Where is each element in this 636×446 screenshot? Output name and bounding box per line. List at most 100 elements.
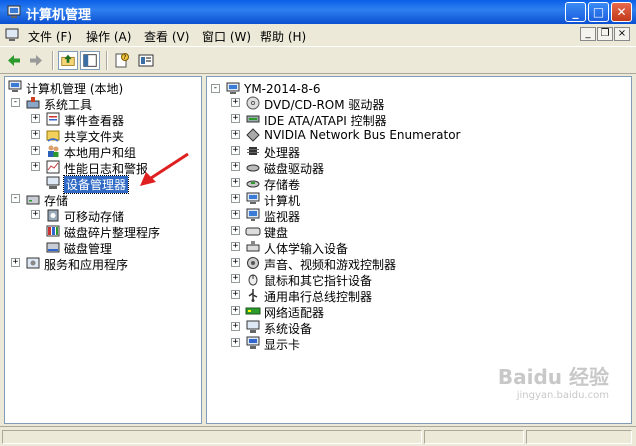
title-bar[interactable]: 计算机管理 _ □ ✕: [0, 0, 636, 24]
tree-item-label: IDE ATA/ATAPI 控制器: [264, 114, 387, 128]
tree-item-label: YM-2014-8-6: [244, 82, 321, 96]
back-icon[interactable]: [4, 51, 24, 70]
forward-icon[interactable]: [26, 51, 46, 70]
expand-icon[interactable]: +: [231, 114, 240, 123]
expand-icon[interactable]: +: [11, 258, 20, 267]
expand-icon[interactable]: +: [231, 210, 240, 219]
minimize-button[interactable]: _: [565, 2, 586, 22]
event-viewer-icon: [46, 112, 60, 126]
expand-icon[interactable]: +: [31, 114, 40, 123]
child-close-button[interactable]: ×: [614, 27, 630, 41]
expand-icon[interactable]: +: [231, 242, 240, 251]
collapse-icon[interactable]: -: [211, 84, 220, 93]
console-tree-pane[interactable]: 计算机管理 (本地) - 系统工具 + 事件查看器 + 共享文件夹 + 本地用户和组 + 性能日志和…: [4, 76, 202, 424]
usb-icon: [248, 289, 258, 302]
child-restore-button[interactable]: ❐: [597, 27, 613, 41]
tree-item-label: NVIDIA Network Bus Enumerator: [264, 128, 461, 142]
properties-icon[interactable]: ?: [112, 51, 132, 70]
menu-help[interactable]: 帮助 (H): [260, 28, 306, 45]
expand-icon[interactable]: +: [31, 130, 40, 139]
collapse-icon[interactable]: -: [11, 98, 20, 107]
expand-icon[interactable]: +: [231, 162, 240, 171]
tree-item-label: 网络适配器: [264, 306, 325, 320]
tree-item-label: 共享文件夹: [64, 130, 125, 144]
menu-view[interactable]: 查看 (V): [144, 28, 189, 45]
tree-item-label: 系统设备: [264, 322, 313, 336]
processor-icon: [247, 147, 259, 155]
toolbar-separator: [106, 51, 108, 70]
expand-icon[interactable]: +: [231, 146, 240, 155]
expand-icon[interactable]: +: [231, 194, 240, 203]
maximize-button[interactable]: □: [588, 2, 609, 22]
expand-icon[interactable]: +: [231, 290, 240, 299]
device-manager-icon: [46, 176, 60, 189]
computer-management-icon: [7, 5, 21, 18]
mouse-icon: [248, 274, 258, 286]
tree-item-label: 声音、视频和游戏控制器: [264, 258, 397, 272]
help-icon[interactable]: [136, 51, 156, 70]
collapse-icon[interactable]: -: [11, 194, 20, 203]
toolbar: ?: [0, 46, 636, 74]
performance-icon: [46, 160, 60, 174]
system-device-icon: [246, 320, 260, 333]
tools-icon: [26, 97, 40, 109]
tree-item-label: 磁盘碎片整理程序: [64, 226, 161, 240]
dvd-icon: [246, 96, 260, 110]
close-button[interactable]: ✕: [611, 2, 632, 22]
tree-item-label: 处理器: [264, 146, 301, 160]
disk-drive-icon: [246, 164, 260, 172]
menu-bar: 文件 (F) 操作 (A) 查看 (V) 窗口 (W) 帮助 (H) _ ❐ ×: [0, 24, 636, 46]
keyboard-icon: [245, 227, 261, 236]
tree-item-label: 磁盘驱动器: [264, 162, 325, 176]
computer-icon: [8, 80, 22, 92]
defrag-icon: [46, 225, 60, 237]
computer-icon: [226, 82, 240, 94]
tree-item-label: 键盘: [264, 226, 289, 240]
svg-text:?: ?: [123, 54, 126, 61]
storage-icon: [26, 195, 40, 205]
tree-item-label: 服务和应用程序: [44, 258, 129, 272]
sound-icon: [247, 257, 259, 269]
tree-item-label: 可移动存储: [64, 210, 125, 224]
status-cell: [526, 430, 632, 444]
tree-item-label: 存储卷: [264, 178, 301, 192]
expand-icon[interactable]: +: [31, 210, 40, 219]
expand-icon[interactable]: +: [31, 146, 40, 155]
tree-item-label: 显示卡: [264, 338, 301, 352]
toolbar-separator: [52, 51, 54, 70]
child-minimize-button[interactable]: _: [580, 27, 596, 41]
expand-icon[interactable]: +: [231, 338, 240, 347]
expand-icon[interactable]: +: [231, 274, 240, 283]
tree-item-label: 设备管理器: [62, 175, 130, 194]
computer-icon: [246, 192, 260, 204]
tree-item-label: 本地用户和组: [64, 146, 137, 160]
menu-file[interactable]: 文件 (F): [28, 28, 72, 45]
services-icon: [26, 257, 40, 269]
disk-management-icon: [46, 242, 60, 253]
tree-item-label: 监视器: [264, 210, 301, 224]
device-list-pane[interactable]: - YM-2014-8-6 + DVD/CD-ROM 驱动器 + IDE ATA/ATAP…: [206, 76, 632, 424]
display-adapter-icon: [246, 336, 260, 349]
menu-window[interactable]: 窗口 (W): [202, 28, 251, 45]
expand-icon[interactable]: +: [31, 162, 40, 171]
watermark: Baidu 经验 jingyan.baidu.com: [497, 365, 609, 401]
expand-icon[interactable]: +: [231, 130, 240, 139]
system-menu-icon[interactable]: [4, 27, 20, 43]
hid-icon: [246, 241, 260, 252]
expand-icon[interactable]: +: [231, 258, 240, 267]
monitor-icon: [246, 208, 260, 221]
expand-icon[interactable]: +: [231, 226, 240, 235]
expand-icon[interactable]: +: [231, 322, 240, 331]
network-adapter-icon: [245, 307, 261, 315]
tree-item-label: 通用串行总线控制器: [264, 290, 373, 304]
expand-icon[interactable]: +: [231, 306, 240, 315]
show-hide-tree-icon[interactable]: [80, 51, 100, 70]
menu-action[interactable]: 操作 (A): [86, 28, 131, 45]
window-title: 计算机管理: [26, 8, 92, 23]
ide-icon: [246, 115, 260, 123]
up-one-level-icon[interactable]: [58, 51, 78, 70]
tree-item-label: 鼠标和其它指针设备: [264, 274, 373, 288]
nvidia-bus-icon: [246, 128, 260, 142]
expand-icon[interactable]: +: [231, 178, 240, 187]
expand-icon[interactable]: +: [231, 98, 240, 107]
